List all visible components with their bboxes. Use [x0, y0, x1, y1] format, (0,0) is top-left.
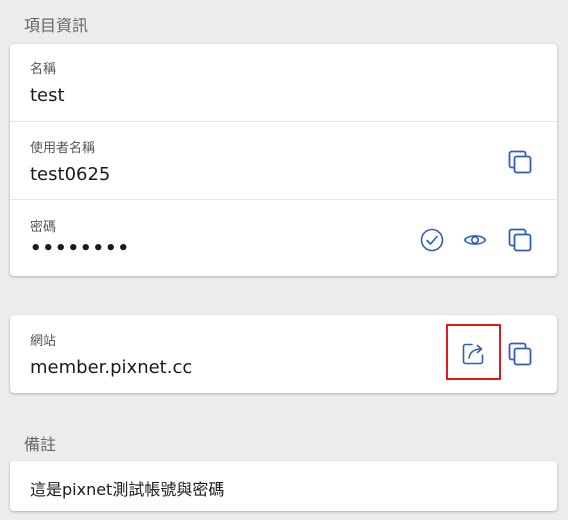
open-website-button[interactable] [459, 340, 487, 368]
notes-section-title: 備註 [24, 435, 57, 454]
name-row: 名稱 test [10, 44, 557, 121]
name-label: 名稱 [30, 62, 57, 77]
item-info-card: 名稱 test 使用者名稱 test0625 密碼 •••••••• [10, 44, 557, 276]
copy-password-button[interactable] [506, 226, 534, 254]
password-value[interactable]: •••••••• [30, 238, 130, 259]
website-label: 網站 [30, 334, 57, 349]
website-card: 網站 member.pixnet.cc [10, 315, 557, 393]
eye-icon [463, 235, 487, 245]
username-row: 使用者名稱 test0625 [10, 121, 557, 199]
item-info-section-title: 項目資訊 [24, 16, 89, 35]
notes-card: 這是pixnet測試帳號與密碼 [10, 461, 557, 511]
open-external-icon [462, 343, 484, 365]
copy-icon [508, 150, 532, 174]
copy-website-button[interactable] [506, 340, 534, 368]
show-password-button[interactable] [461, 226, 489, 254]
username-value[interactable]: test0625 [30, 164, 110, 185]
website-row: 網站 member.pixnet.cc [10, 315, 557, 393]
check-password-button[interactable] [418, 226, 446, 254]
copy-username-button[interactable] [506, 148, 534, 176]
name-value[interactable]: test [30, 85, 65, 106]
password-row: 密碼 •••••••• [10, 199, 557, 276]
check-circle-icon [420, 228, 444, 252]
copy-icon [508, 342, 532, 366]
notes-text[interactable]: 這是pixnet測試帳號與密碼 [30, 476, 224, 500]
password-label: 密碼 [30, 220, 57, 235]
username-label: 使用者名稱 [30, 141, 96, 156]
copy-icon [508, 228, 532, 252]
website-value[interactable]: member.pixnet.cc [30, 357, 192, 378]
